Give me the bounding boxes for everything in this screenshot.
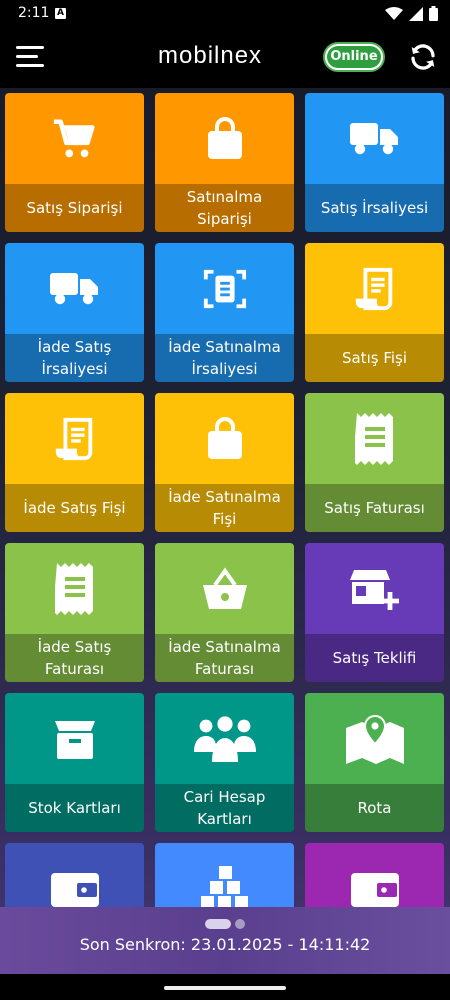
online-label: Online — [327, 46, 381, 68]
module-tile-label: İade Satış İrsaliyesi — [5, 334, 144, 382]
truck-icon — [305, 93, 444, 184]
menu-icon-line — [16, 55, 38, 58]
module-tile-label: Satış İrsaliyesi — [305, 184, 444, 232]
receipt-scroll-icon — [5, 393, 144, 484]
module-tile-label: İade Satış Faturası — [5, 634, 144, 682]
online-badge: Online — [323, 42, 385, 72]
module-tile[interactable]: Satış Fişi — [305, 243, 444, 382]
module-tile-label: İade Satınalma İrsaliyesi — [155, 334, 294, 382]
module-grid: Satış Siparişi Satınalma Siparişi Satış İr… — [5, 93, 445, 907]
receipt-scroll-icon — [305, 243, 444, 334]
module-tile[interactable]: İade Satış İrsaliyesi — [5, 243, 144, 382]
system-nav-bar — [0, 974, 450, 1000]
module-tile[interactable]: Stok Kartları — [5, 693, 144, 832]
home-indicator[interactable] — [164, 986, 286, 990]
module-tile[interactable] — [155, 843, 294, 907]
invoice-icon — [5, 543, 144, 634]
module-tile[interactable]: İade Satınalma Fişi — [155, 393, 294, 532]
invoice-icon — [305, 393, 444, 484]
module-tile[interactable]: Satış Faturası — [305, 393, 444, 532]
shopping-bag-icon — [155, 93, 294, 184]
module-tile[interactable]: Satış İrsaliyesi — [305, 93, 444, 232]
module-tile-label: Satış Fişi — [305, 334, 444, 382]
app-bar: mobilnex Online — [0, 28, 450, 88]
module-tile[interactable]: İade Satış Fişi — [5, 393, 144, 532]
module-tile-label: Satınalma Siparişi — [155, 184, 294, 232]
module-tile-label: İade Satış Fişi — [5, 484, 144, 532]
scan-document-icon — [155, 243, 294, 334]
module-tile[interactable]: İade Satınalma İrsaliyesi — [155, 243, 294, 382]
users-icon — [155, 693, 294, 784]
boxes-stack-icon — [155, 843, 294, 907]
basket-icon — [155, 543, 294, 634]
module-tile-label: İade Satınalma Fişi — [155, 484, 294, 532]
menu-icon-line — [16, 64, 44, 67]
module-tile[interactable]: Rota — [305, 693, 444, 832]
module-tile-label: Satış Teklifi — [305, 634, 444, 682]
menu-icon-line — [16, 46, 44, 49]
status-bar: 2:11 A — [0, 0, 450, 28]
module-tile-label: Satış Faturası — [305, 484, 444, 532]
menu-button[interactable] — [16, 46, 44, 70]
footer: Son Senkron: 23.01.2025 - 14:11:42 — [0, 907, 450, 974]
status-time: 2:11 — [18, 5, 50, 21]
module-tile-label: Cari Hesap Kartları — [155, 784, 294, 832]
module-tile[interactable] — [5, 843, 144, 907]
last-sync-text: Son Senkron: 23.01.2025 - 14:11:42 — [79, 935, 371, 954]
battery-icon — [429, 6, 438, 21]
module-tile[interactable]: İade Satınalma Faturası — [155, 543, 294, 682]
store-add-icon — [305, 543, 444, 634]
page-dot[interactable] — [235, 919, 245, 929]
cart-icon — [5, 93, 144, 184]
wifi-icon — [385, 6, 403, 20]
page-dot-active[interactable] — [205, 919, 231, 929]
notification-icon: A — [55, 8, 66, 19]
module-tile-label: Stok Kartları — [5, 784, 144, 832]
module-tile-label: İade Satınalma Faturası — [155, 634, 294, 682]
sync-icon[interactable] — [408, 42, 438, 72]
signal-icon — [409, 6, 423, 21]
box-icon — [5, 693, 144, 784]
truck-icon — [5, 243, 144, 334]
app-logo: mobilnex — [158, 42, 263, 69]
module-tile[interactable]: Satış Siparişi — [5, 93, 144, 232]
module-tile[interactable]: Cari Hesap Kartları — [155, 693, 294, 832]
module-tile[interactable]: İade Satış Faturası — [5, 543, 144, 682]
module-tile-label: Rota — [305, 784, 444, 832]
page-indicator — [205, 919, 245, 929]
wallet-icon — [305, 843, 444, 907]
shopping-bag-icon — [155, 393, 294, 484]
module-tile[interactable]: Satış Teklifi — [305, 543, 444, 682]
wallet-icon — [5, 843, 144, 907]
module-tile-label: Satış Siparişi — [5, 184, 144, 232]
module-tile[interactable] — [305, 843, 444, 907]
module-tile[interactable]: Satınalma Siparişi — [155, 93, 294, 232]
status-icons — [385, 6, 438, 21]
map-pin-icon — [305, 693, 444, 784]
